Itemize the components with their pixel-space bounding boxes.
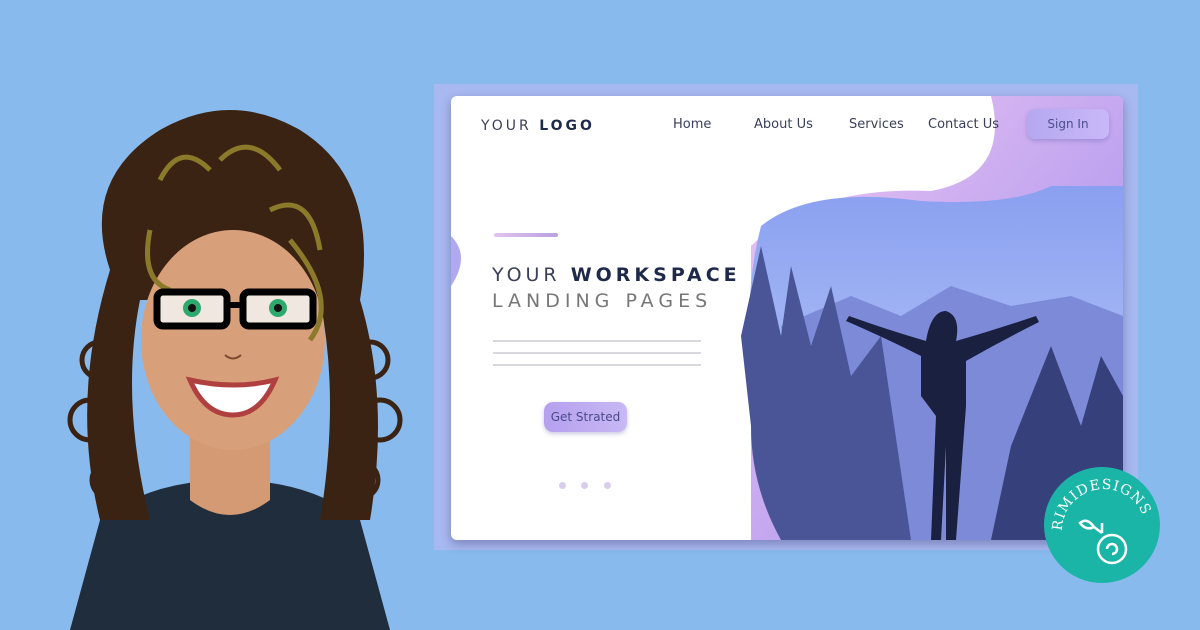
rimidesigns-logo-badge: RIMIDESIGNS	[1044, 467, 1160, 583]
mockup-logo[interactable]: YOUR LOGO	[481, 118, 595, 134]
get-started-button[interactable]: Get Strated	[544, 402, 627, 432]
headline: YOUR WORKSPACE	[492, 264, 741, 286]
nav-contact-us[interactable]: Contact Us	[928, 117, 999, 132]
carousel-dot[interactable]	[581, 482, 588, 489]
sign-in-button[interactable]: Sign In	[1027, 109, 1109, 139]
nav-home[interactable]: Home	[673, 117, 711, 132]
landing-page-mockup: YOUR LOGO Home About Us Services Contact…	[451, 96, 1123, 540]
placeholder-text-line	[493, 340, 701, 342]
subheadline: LANDING PAGES	[492, 290, 713, 312]
hiker-mountain-scene	[451, 96, 1123, 540]
nav-services[interactable]: Services	[849, 117, 904, 132]
carousel-dot[interactable]	[604, 482, 611, 489]
carousel-dot[interactable]	[559, 482, 566, 489]
nav-about-us[interactable]: About Us	[754, 117, 813, 132]
placeholder-text-line	[493, 352, 701, 354]
placeholder-text-line	[493, 364, 701, 366]
accent-bar	[494, 233, 558, 237]
cartoon-avatar-illustration	[67, 110, 403, 630]
